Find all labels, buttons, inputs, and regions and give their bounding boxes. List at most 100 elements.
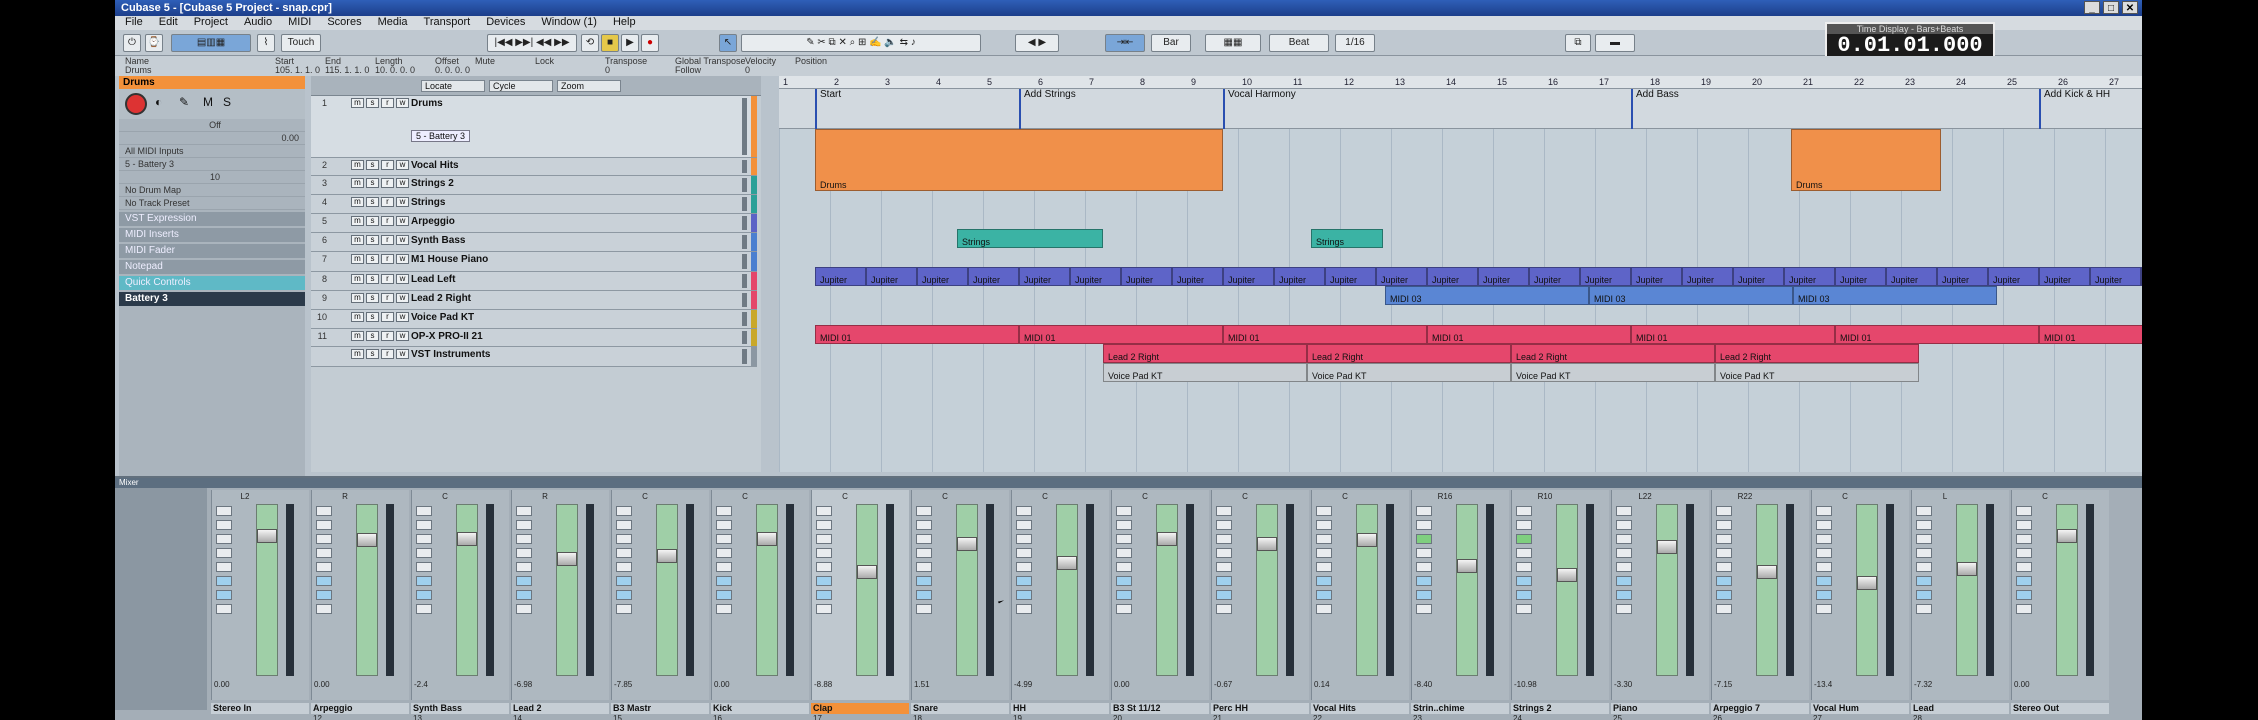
mute-button[interactable]: m <box>351 98 364 108</box>
fader-cap[interactable] <box>1157 532 1177 546</box>
menu-item-devices[interactable]: Devices <box>486 16 525 30</box>
arpeggio-part[interactable]: Jupiter <box>1631 267 1682 286</box>
listen-button[interactable] <box>1216 534 1232 544</box>
listen-button[interactable] <box>616 534 632 544</box>
mute-button[interactable]: m <box>351 274 364 284</box>
fader-cap[interactable] <box>857 565 877 579</box>
mute-button[interactable] <box>2016 506 2032 516</box>
edit-button[interactable] <box>716 576 732 586</box>
mixer-channel[interactable]: C 0.00 <box>1111 490 1209 700</box>
insert-button[interactable] <box>2016 590 2032 600</box>
lead-left-part[interactable]: MIDI 01 <box>815 325 1019 344</box>
solo-button[interactable] <box>1316 520 1332 530</box>
fader-cap[interactable] <box>2057 529 2077 543</box>
listen-button[interactable] <box>316 534 332 544</box>
volume-fader[interactable] <box>356 504 378 676</box>
read-button[interactable]: r <box>381 274 394 284</box>
volume-value[interactable]: -3.30 <box>1614 680 1676 690</box>
solo-button[interactable]: s <box>366 312 379 322</box>
arpeggio-part[interactable]: Jupiter <box>2039 267 2090 286</box>
mixer-channel[interactable]: L22 -3.30 <box>1611 490 1709 700</box>
record-button[interactable] <box>316 604 332 614</box>
fader-cap[interactable] <box>1657 540 1677 554</box>
track-row[interactable]: 5 msrw Arpeggio <box>311 214 757 233</box>
arpeggio-part[interactable]: Jupiter <box>1376 267 1427 286</box>
monitor-icon[interactable]: ◐ <box>155 95 162 109</box>
record-button[interactable] <box>1516 604 1532 614</box>
solo-button[interactable] <box>1816 520 1832 530</box>
synth-bass-part[interactable]: MIDI 03 <box>1589 286 1793 305</box>
insert-button[interactable] <box>1116 590 1132 600</box>
write-button[interactable] <box>1416 562 1432 572</box>
mute-button[interactable] <box>1816 506 1832 516</box>
solo-button[interactable]: s <box>366 331 379 341</box>
volume-value[interactable]: -7.32 <box>1914 680 1976 690</box>
edit-button[interactable] <box>416 576 432 586</box>
mute-button[interactable]: m <box>351 235 364 245</box>
info-field[interactable]: Mute <box>475 57 495 66</box>
solo-button[interactable] <box>616 520 632 530</box>
snap-toggle[interactable]: ⇥⇤ <box>1105 34 1145 52</box>
menu-item-transport[interactable]: Transport <box>424 16 471 30</box>
record-button[interactable] <box>1816 604 1832 614</box>
record-button[interactable] <box>1116 604 1132 614</box>
channel-name[interactable]: Clap <box>811 703 909 714</box>
volume-value[interactable]: -8.88 <box>814 680 876 690</box>
info-field[interactable]: Global Transpose Follow <box>675 57 746 75</box>
midi-inserts-section[interactable]: MIDI Inserts <box>119 228 305 242</box>
edit-button[interactable] <box>2016 576 2032 586</box>
pan-display[interactable]: C <box>814 492 876 502</box>
mixer-channel[interactable]: C -4.99 <box>1011 490 1109 700</box>
pan-display[interactable]: R <box>514 492 576 502</box>
read-button[interactable] <box>2016 548 2032 558</box>
mixer-channel[interactable]: L -7.32 <box>1911 490 2009 700</box>
channel-name[interactable]: Stereo Out <box>2011 703 2109 714</box>
write-button[interactable]: w <box>396 254 409 264</box>
mixer-channel[interactable]: C 0.14 <box>1311 490 1409 700</box>
mute-button[interactable] <box>1616 506 1632 516</box>
read-button[interactable]: r <box>381 312 394 322</box>
fader-cap[interactable] <box>1357 533 1377 547</box>
solo-button[interactable]: s <box>366 293 379 303</box>
volume-fader[interactable] <box>456 504 478 676</box>
read-button[interactable] <box>1516 548 1532 558</box>
marker[interactable]: Add Bass <box>1631 89 1679 129</box>
insert-button[interactable] <box>1916 590 1932 600</box>
edit-tools-group[interactable]: ✎ ✂ ⧉ ✕ ⌕ ⊞ ✍ 🔈 ⇆ ♪ <box>741 34 981 52</box>
pan-display[interactable]: L <box>1914 492 1976 502</box>
track-row[interactable]: 2 msrw Vocal Hits <box>311 158 757 176</box>
arpeggio-part[interactable]: Jupiter <box>1172 267 1223 286</box>
write-button[interactable]: w <box>396 98 409 108</box>
mute-button[interactable] <box>1116 506 1132 516</box>
info-field-value[interactable]: Drums <box>125 66 152 75</box>
volume-fader[interactable] <box>1356 504 1378 676</box>
mixer-channel[interactable]: R10 -10.98 <box>1511 490 1609 700</box>
listen-button[interactable] <box>216 534 232 544</box>
info-field[interactable]: Start 105. 1. 1. 0 <box>275 57 320 75</box>
insert-button[interactable] <box>1016 590 1032 600</box>
mute-button[interactable] <box>816 506 832 516</box>
solo-button[interactable] <box>1516 520 1532 530</box>
drums-part[interactable]: Drums <box>1791 129 1941 191</box>
pan-display[interactable]: R <box>314 492 376 502</box>
write-button[interactable]: w <box>396 235 409 245</box>
edit-button[interactable] <box>516 576 532 586</box>
volume-fader[interactable] <box>1056 504 1078 676</box>
read-button[interactable] <box>1616 548 1632 558</box>
read-button[interactable] <box>716 548 732 558</box>
fader-cap[interactable] <box>1957 562 1977 576</box>
close-button[interactable]: ✕ <box>2122 1 2138 14</box>
ruler[interactable]: 1 2 3 4 5 6 7 8 9 10 11 12 13 14 15 16 17 18 19 20 21 22 23 24 2… <box>779 76 2142 89</box>
fader-cap[interactable] <box>657 549 677 563</box>
solo-button[interactable]: s <box>366 160 379 170</box>
write-button[interactable]: w <box>396 216 409 226</box>
marker[interactable]: Add Strings <box>1019 89 1076 129</box>
solo-icon[interactable]: S <box>223 95 231 109</box>
mixer-channel[interactable]: R16 -8.40 <box>1411 490 1509 700</box>
mixer-channel[interactable]: C -13.4 <box>1811 490 1909 700</box>
voice-pad-part[interactable]: Voice Pad KT <box>1103 363 1307 382</box>
edit-button[interactable] <box>1316 576 1332 586</box>
insert-button[interactable] <box>1216 590 1232 600</box>
insert-button[interactable] <box>916 590 932 600</box>
mixer-channel[interactable]: C -0.67 <box>1211 490 1309 700</box>
